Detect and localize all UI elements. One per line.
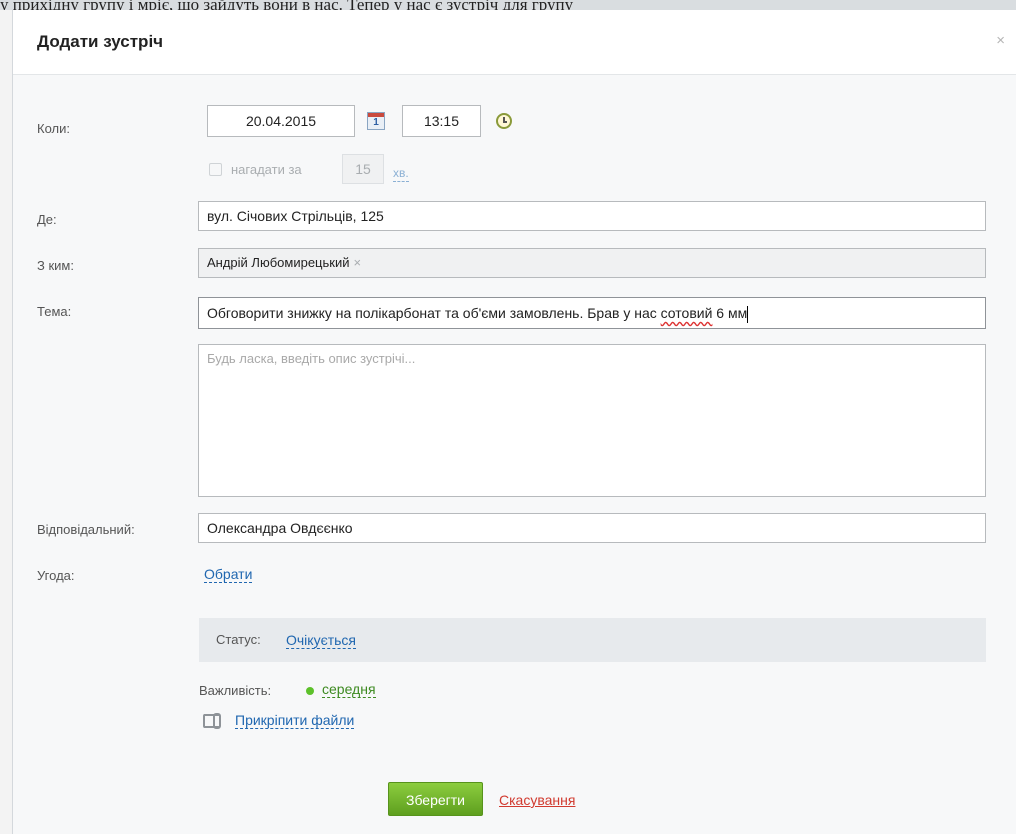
where-label: Де: (37, 212, 57, 227)
subject-text-misspelled: сотовий (660, 305, 713, 321)
close-icon[interactable]: × (996, 32, 1005, 49)
background-page-text: у прихідну групу і мріє, що зайдуть вони… (0, 0, 1016, 10)
location-input[interactable]: вул. Січових Стрільців, 125 (198, 201, 986, 231)
select-deal-link[interactable]: Обрати (204, 566, 253, 583)
calendar-icon[interactable]: 1 (367, 112, 385, 130)
dialog-title: Додати зустріч (37, 32, 164, 51)
remind-label: нагадати за (231, 162, 302, 177)
status-label: Статус: (216, 632, 261, 647)
subject-label: Тема: (37, 304, 72, 319)
with-whom-label: З ким: (37, 258, 74, 273)
importance-label: Важливість: (199, 683, 272, 698)
add-meeting-dialog: Додати зустріч × Коли: 20.04.2015 1 13:1… (12, 10, 1016, 834)
responsible-input[interactable]: Олександра Овдєєнко (198, 513, 986, 543)
responsible-label: Відповідальний: (37, 522, 135, 537)
clock-icon[interactable] (496, 113, 512, 129)
participant-name: Андрій Любомирецький (207, 255, 350, 270)
subject-text-start: Обговорити знижку на полікарбонат та об'… (207, 305, 661, 321)
attach-icon[interactable] (203, 713, 221, 729)
subject-input[interactable]: Обговорити знижку на полікарбонат та об'… (198, 297, 986, 329)
when-label: Коли: (37, 121, 70, 136)
cancel-link[interactable]: Скасування (499, 792, 575, 808)
background-page (0, 10, 12, 834)
status-bar: Статус: Очікується (199, 618, 986, 662)
remind-unit-link[interactable]: хв. (393, 165, 409, 182)
status-link[interactable]: Очікується (286, 632, 357, 649)
description-textarea[interactable]: Будь ласка, введіть опис зустрічі... (198, 344, 986, 497)
subject-text-end: 6 мм (712, 305, 748, 321)
attach-files-link[interactable]: Прикріпити файли (235, 712, 355, 729)
dialog-header: Додати зустріч × (13, 10, 1016, 75)
text-cursor (747, 305, 749, 323)
participants-field[interactable]: Андрій Любомирецький × (198, 248, 986, 278)
save-button[interactable]: Зберегти (388, 782, 483, 816)
importance-dot-icon (306, 687, 314, 695)
deal-label: Угода: (37, 568, 75, 583)
remind-minutes-input[interactable]: 15 (342, 154, 384, 184)
time-input[interactable]: 13:15 (402, 105, 481, 137)
remind-checkbox[interactable] (209, 163, 222, 176)
date-input[interactable]: 20.04.2015 (207, 105, 355, 137)
remove-participant-icon[interactable]: × (353, 255, 361, 270)
importance-link[interactable]: середня (322, 681, 376, 698)
